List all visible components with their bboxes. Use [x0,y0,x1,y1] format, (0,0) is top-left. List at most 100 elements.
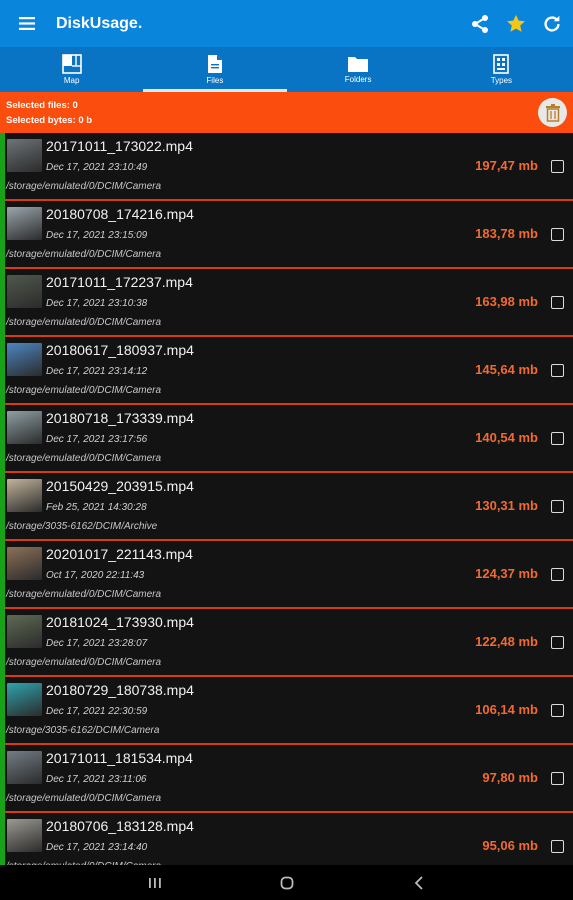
file-size: 106,14 mb [475,702,538,717]
video-thumbnail [7,139,42,172]
tab-label: Files [206,76,224,85]
file-name: 20171011_181534.mp4 [46,750,193,766]
file-path: /storage/emulated/0/DCIM/Camera [6,317,162,328]
trash-icon[interactable] [538,98,567,127]
home-icon[interactable] [275,871,299,895]
file-name: 20180708_174216.mp4 [46,206,194,222]
app-bar: DiskUsage. [0,0,573,47]
video-thumbnail [7,547,42,580]
file-name: 20171011_173022.mp4 [46,138,193,154]
file-path: /storage/emulated/0/DCIM/Camera [6,453,162,464]
select-checkbox[interactable] [551,568,564,581]
tab-folders[interactable]: Folders [287,47,430,92]
file-row[interactable]: 20180706_183128.mp4 Dec 17, 2021 23:14:40… [5,813,573,865]
file-path: /storage/emulated/0/DCIM/Camera [6,589,162,600]
star-icon[interactable] [501,9,531,39]
selected-bytes-text: Selected bytes: 0 b [6,115,93,126]
tab-label: Types [490,76,513,85]
share-icon[interactable] [465,9,495,39]
file-date: Dec 17, 2021 23:17:56 [46,434,148,445]
video-thumbnail [7,819,42,852]
file-date: Dec 17, 2021 23:15:09 [46,230,148,241]
file-path: /storage/emulated/0/DCIM/Camera [6,181,162,192]
file-path: /storage/emulated/0/DCIM/Camera [6,657,162,668]
file-row[interactable]: 20201017_221143.mp4 Oct 17, 2020 22:11:43… [5,541,573,609]
hamburger-icon[interactable] [6,0,48,47]
file-row[interactable]: 20180729_180738.mp4 Dec 17, 2021 22:30:59… [5,677,573,745]
select-checkbox[interactable] [551,704,564,717]
file-date: Dec 17, 2021 23:11:06 [46,774,147,785]
file-size: 140,54 mb [475,430,538,445]
file-row[interactable]: 20171011_172237.mp4 Dec 17, 2021 23:10:38… [5,269,573,337]
file-name: 20201017_221143.mp4 [46,546,193,562]
file-date: Feb 25, 2021 14:30:28 [46,502,147,513]
file-row[interactable]: 20171011_173022.mp4 Dec 17, 2021 23:10:49… [5,133,573,201]
video-thumbnail [7,683,42,716]
back-icon[interactable] [407,871,431,895]
file-name: 20180617_180937.mp4 [46,342,194,358]
file-name: 20180706_183128.mp4 [46,818,194,834]
selected-files-text: Selected files: 0 [6,100,78,111]
select-checkbox[interactable] [551,840,564,853]
file-name: 20180729_180738.mp4 [46,682,194,698]
tab-files[interactable]: Files [143,47,287,92]
file-size: 130,31 mb [475,498,538,513]
file-date: Dec 17, 2021 22:30:59 [46,706,148,717]
file-date: Dec 17, 2021 23:14:12 [46,366,148,377]
file-path: /storage/3035-6162/DCIM/Archive [6,521,158,532]
selection-bar: Selected files: 0 Selected bytes: 0 b [0,92,573,133]
file-row[interactable]: 20181024_173930.mp4 Dec 17, 2021 23:28:07… [5,609,573,677]
file-date: Dec 17, 2021 23:14:40 [46,842,148,853]
file-size: 183,78 mb [475,226,538,241]
select-checkbox[interactable] [551,228,564,241]
select-checkbox[interactable] [551,160,564,173]
file-row[interactable]: 20150429_203915.mp4 Feb 25, 2021 14:30:28… [5,473,573,541]
file-date: Oct 17, 2020 22:11:43 [46,570,145,581]
select-checkbox[interactable] [551,500,564,513]
file-path: /storage/3035-6162/DCIM/Camera [6,725,160,736]
file-size: 124,37 mb [475,566,538,581]
folder-icon [348,57,369,72]
file-row[interactable]: 20171011_181534.mp4 Dec 17, 2021 23:11:06… [5,745,573,813]
file-size: 145,64 mb [475,362,538,377]
map-icon [61,54,82,74]
file-size: 97,80 mb [482,770,538,785]
video-thumbnail [7,207,42,240]
select-checkbox[interactable] [551,364,564,377]
file-size: 163,98 mb [475,294,538,309]
select-checkbox[interactable] [551,432,564,445]
video-thumbnail [7,751,42,784]
tab-types[interactable]: Types [430,47,573,92]
file-list[interactable]: 20171011_173022.mp4 Dec 17, 2021 23:10:49… [0,133,573,865]
file-size: 95,06 mb [482,838,538,853]
system-nav-bar [0,865,573,900]
tab-map[interactable]: Map [0,47,143,92]
app-title: DiskUsage. [56,14,143,32]
video-thumbnail [7,343,42,376]
file-name: 20171011_172237.mp4 [46,274,193,290]
file-name: 20181024_173930.mp4 [46,614,194,630]
video-thumbnail [7,275,42,308]
file-row[interactable]: 20180708_174216.mp4 Dec 17, 2021 23:15:09… [5,201,573,269]
file-name: 20180718_173339.mp4 [46,410,194,426]
file-name: 20150429_203915.mp4 [46,478,194,494]
file-date: Dec 17, 2021 23:10:49 [46,162,148,173]
file-row[interactable]: 20180617_180937.mp4 Dec 17, 2021 23:14:12… [5,337,573,405]
file-size: 122,48 mb [475,634,538,649]
refresh-icon[interactable] [537,9,567,39]
recents-icon[interactable] [143,871,167,895]
tab-label: Map [63,76,80,85]
tab-label: Folders [344,75,372,84]
file-date: Dec 17, 2021 23:28:07 [46,638,148,649]
file-path: /storage/emulated/0/DCIM/Camera [6,249,162,260]
types-icon [493,54,510,74]
select-checkbox[interactable] [551,296,564,309]
file-size: 197,47 mb [475,158,538,173]
file-path: /storage/emulated/0/DCIM/Camera [6,793,162,804]
video-thumbnail [7,615,42,648]
file-row[interactable]: 20180718_173339.mp4 Dec 17, 2021 23:17:56… [5,405,573,473]
select-checkbox[interactable] [551,772,564,785]
file-path: /storage/emulated/0/DCIM/Camera [6,385,162,396]
file-icon [207,55,222,73]
select-checkbox[interactable] [551,636,564,649]
